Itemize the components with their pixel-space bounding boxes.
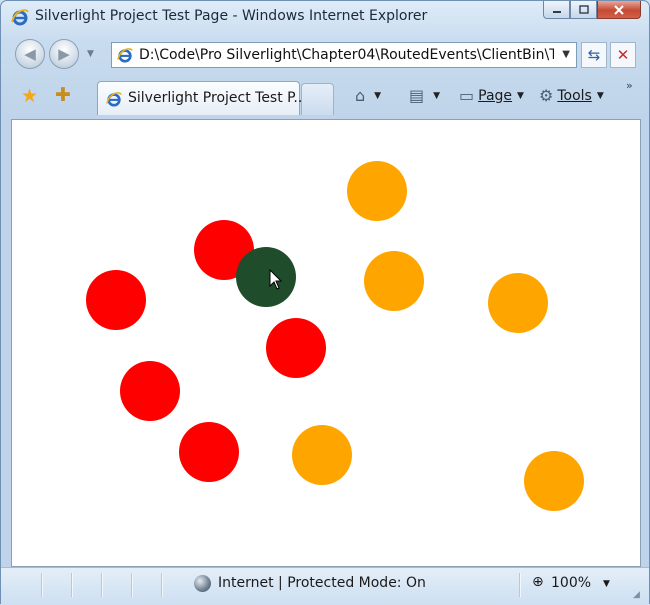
favorites-star-icon[interactable]: ★ bbox=[21, 85, 38, 107]
tab-label: Silverlight Project Test P... bbox=[128, 90, 307, 106]
command-bar: ★ ✚ Silverlight Project Test P... ⌂ ▼ ▤ … bbox=[1, 77, 649, 117]
ellipse[interactable] bbox=[364, 251, 424, 311]
status-separator bbox=[101, 573, 103, 597]
stop-button[interactable]: ✕ bbox=[610, 42, 636, 68]
ellipse[interactable] bbox=[524, 451, 584, 511]
maximize-icon bbox=[578, 5, 589, 14]
forward-button[interactable]: ▶ bbox=[49, 39, 79, 69]
title-bar[interactable]: Silverlight Project Test Page - Windows … bbox=[1, 1, 649, 33]
selected-ellipse[interactable] bbox=[236, 247, 296, 307]
home-button[interactable]: ⌂ ▼ bbox=[355, 86, 381, 105]
address-text: D:\Code\Pro Silverlight\Chapter04\Routed… bbox=[139, 47, 554, 63]
page-icon: ▭ bbox=[459, 86, 475, 105]
ellipse[interactable] bbox=[120, 361, 180, 421]
back-button[interactable]: ◀ bbox=[15, 39, 45, 69]
tab-silverlight-test-page[interactable]: Silverlight Project Test P... bbox=[97, 81, 307, 115]
window-title: Silverlight Project Test Page - Windows … bbox=[35, 8, 428, 24]
security-zone-text[interactable]: Internet | Protected Mode: On bbox=[218, 575, 426, 591]
recent-pages-dropdown[interactable]: ▼ bbox=[87, 49, 94, 59]
resize-grip-icon[interactable]: ◢ bbox=[633, 590, 640, 600]
home-icon: ⌂ bbox=[355, 86, 366, 105]
page-menu-label: Page bbox=[478, 87, 513, 104]
address-dropdown-icon[interactable]: ▼ bbox=[562, 49, 570, 60]
status-separator bbox=[71, 573, 73, 597]
print-icon: ▤ bbox=[409, 86, 425, 105]
status-separator bbox=[161, 573, 163, 597]
silverlight-content-area[interactable] bbox=[11, 119, 641, 567]
stop-icon: ✕ bbox=[616, 46, 630, 64]
tools-menu[interactable]: ⚙ Tools ▼ bbox=[539, 86, 604, 105]
internet-globe-icon bbox=[194, 575, 211, 592]
tools-menu-label: Tools bbox=[557, 87, 592, 104]
ellipse[interactable] bbox=[179, 422, 239, 482]
ie-tab-icon bbox=[106, 92, 122, 107]
status-separator bbox=[519, 573, 521, 597]
add-favorites-icon[interactable]: ✚ bbox=[55, 84, 71, 106]
status-separator bbox=[41, 573, 43, 597]
tools-dropdown-icon: ▼ bbox=[596, 90, 604, 101]
more-commands-chevron-icon[interactable]: » bbox=[626, 79, 633, 92]
close-icon bbox=[614, 4, 624, 15]
ie-page-icon bbox=[117, 48, 133, 63]
refresh-button[interactable]: ⇆ bbox=[581, 42, 607, 68]
zoom-dropdown-icon[interactable]: ▼ bbox=[603, 579, 610, 589]
new-tab-button[interactable] bbox=[301, 83, 334, 115]
ellipse[interactable] bbox=[347, 161, 407, 221]
ie-logo-icon bbox=[11, 9, 29, 26]
minimize-button[interactable] bbox=[543, 1, 570, 19]
status-separator bbox=[131, 573, 133, 597]
forward-arrow-icon: ▶ bbox=[58, 45, 70, 63]
refresh-icon: ⇆ bbox=[587, 46, 601, 64]
home-dropdown-icon[interactable]: ▼ bbox=[374, 91, 381, 101]
mouse-cursor-icon bbox=[269, 269, 283, 290]
gear-icon: ⚙ bbox=[539, 86, 554, 105]
back-arrow-icon: ◀ bbox=[24, 45, 36, 63]
navigation-bar: ◀ ▶ ▼ D:\Code\Pro Silverlight\Chapter04\… bbox=[1, 33, 649, 77]
close-button[interactable] bbox=[597, 1, 641, 19]
ellipse[interactable] bbox=[488, 273, 548, 333]
zoom-level[interactable]: 100% bbox=[551, 575, 591, 591]
print-button[interactable]: ▤ ▼ bbox=[409, 86, 440, 105]
print-dropdown-icon[interactable]: ▼ bbox=[433, 91, 440, 101]
status-bar: Internet | Protected Mode: On ⊕ 100% ▼ ◢ bbox=[1, 567, 649, 605]
window-controls bbox=[543, 1, 641, 19]
ellipse[interactable] bbox=[292, 425, 352, 485]
page-dropdown-icon: ▼ bbox=[517, 90, 524, 101]
zoom-magnifier-icon[interactable]: ⊕ bbox=[532, 574, 544, 590]
browser-window: Silverlight Project Test Page - Windows … bbox=[0, 0, 650, 605]
minimize-icon bbox=[552, 10, 561, 13]
ellipse[interactable] bbox=[86, 270, 146, 330]
ellipse[interactable] bbox=[266, 318, 326, 378]
maximize-button[interactable] bbox=[570, 1, 597, 19]
page-menu[interactable]: ▭ Page ▼ bbox=[459, 86, 524, 105]
address-bar[interactable]: D:\Code\Pro Silverlight\Chapter04\Routed… bbox=[111, 42, 577, 68]
